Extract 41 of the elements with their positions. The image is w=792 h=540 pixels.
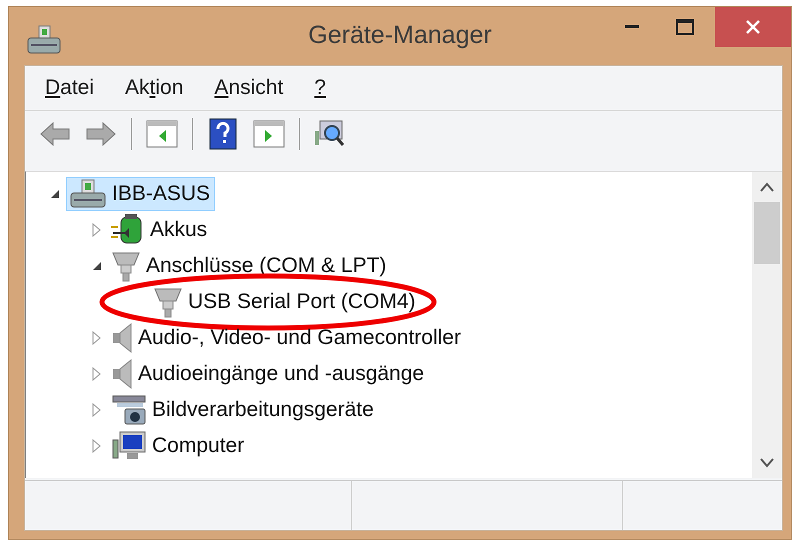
tree-item[interactable]: Audio-, Video- und Gamecontroller	[108, 321, 466, 355]
maximize-icon	[676, 19, 694, 35]
menu-item[interactable]: Aktion	[125, 76, 184, 100]
scrollbar-thumb[interactable]	[754, 202, 780, 264]
serial-port-icon	[111, 250, 141, 282]
monitor-magnifier-icon	[314, 119, 346, 149]
speaker-icon	[111, 322, 133, 354]
expand-arrow-icon[interactable]	[92, 367, 102, 381]
tree-item[interactable]: IBB-ASUS	[66, 177, 216, 211]
monitor-icon	[111, 430, 147, 462]
window-title: Geräte-Manager	[307, 21, 493, 50]
scrollbar[interactable]	[752, 172, 782, 478]
expand-arrow-icon[interactable]	[92, 223, 102, 237]
tree-item[interactable]: Computer	[108, 429, 250, 463]
minimize-icon	[625, 25, 639, 29]
tree-item[interactable]: Audioeingänge und -ausgänge	[108, 357, 430, 391]
close-icon	[745, 19, 761, 35]
panel-right-icon	[253, 120, 285, 148]
expand-arrow-icon[interactable]	[92, 403, 102, 417]
computer-icon	[69, 179, 107, 209]
tree-item[interactable]: Akkus	[108, 213, 212, 247]
help-icon	[209, 118, 237, 150]
tree-item[interactable]: Bildverarbeitungsgeräte	[108, 393, 379, 427]
scroll-up-icon[interactable]	[760, 182, 774, 192]
collapse-arrow-icon[interactable]	[92, 261, 102, 271]
back-arrow-icon	[39, 121, 71, 147]
scanner-camera-icon	[111, 394, 147, 426]
panel-left-icon	[146, 120, 178, 148]
menu-item[interactable]: Ansicht	[214, 76, 284, 100]
speaker-icon	[111, 358, 133, 390]
scroll-down-icon[interactable]	[760, 458, 774, 468]
menu-item[interactable]: Datei	[45, 76, 94, 100]
tree-item[interactable]: Anschlüsse (COM & LPT)	[108, 249, 392, 283]
collapse-arrow-icon[interactable]	[50, 189, 60, 199]
expand-arrow-icon[interactable]	[92, 439, 102, 453]
forward-arrow-icon	[85, 121, 117, 147]
device-manager-icon	[27, 25, 61, 55]
serial-port-icon	[153, 286, 183, 318]
menu-item[interactable]: ?	[314, 76, 326, 100]
close-button[interactable]	[715, 7, 791, 47]
expand-arrow-icon[interactable]	[92, 331, 102, 345]
